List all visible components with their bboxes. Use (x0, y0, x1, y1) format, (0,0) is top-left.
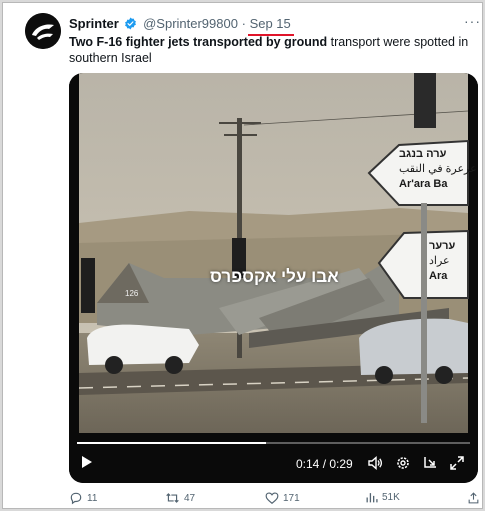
tweet-actions: 11 47 171 51K (65, 491, 485, 511)
like-button[interactable]: 171 (265, 491, 300, 505)
sign-top-hebrew: ערה בנגב (399, 148, 447, 160)
sign-bottom-hebrew: ערער (429, 240, 456, 252)
author-handle[interactable]: @Sprinter99800 (143, 16, 238, 31)
settings-gear-icon[interactable] (395, 455, 411, 476)
share-icon (468, 492, 479, 504)
heart-icon (265, 492, 279, 504)
reply-icon (70, 492, 82, 505)
video-player[interactable]: אבו עלי אקספרס ערה בנגב عرعرة في النقب A… (69, 73, 478, 483)
verified-badge-icon (124, 17, 137, 33)
sign-top-arabic: عرعرة في النقب (399, 163, 477, 175)
road-sign-top: ערה בנגב عرعرة في النقب Ar'ara Ba (399, 147, 478, 192)
sign-bottom-latin: Ara (429, 270, 448, 282)
jet-tail-number: 126 (125, 289, 139, 298)
share-button[interactable] (467, 491, 480, 505)
video-progress-bar[interactable] (77, 442, 470, 444)
road-sign-bottom: ערער عراد Ara (429, 239, 478, 284)
video-progress-fill (77, 442, 266, 444)
tweet-text-bold: Two F-16 fighter jets transported by gro… (69, 35, 328, 49)
avatar-logo-icon (25, 13, 61, 49)
video-time: 0:14 / 0:29 (296, 457, 353, 471)
views-count: 51K (382, 492, 400, 503)
avatar[interactable] (25, 13, 61, 49)
tweet-date[interactable]: Sep 15 (250, 16, 291, 31)
reply-button[interactable]: 11 (69, 491, 97, 505)
volume-icon[interactable] (367, 455, 383, 476)
like-count: 171 (283, 492, 300, 504)
tweet-text: Two F-16 fighter jets transported by gro… (69, 34, 474, 66)
views-chart-icon (366, 493, 378, 503)
repost-icon (166, 493, 179, 503)
video-controls: 0:14 / 0:29 (69, 451, 478, 477)
views-button[interactable]: 51K (365, 491, 400, 504)
fullscreen-icon[interactable] (449, 455, 465, 476)
tweet-card: Sprinter @Sprinter99800 · Sep 15 ··· Two… (2, 2, 483, 509)
author-name[interactable]: Sprinter (69, 16, 119, 31)
video-caption-overlay: אבו עלי אקספרס (210, 267, 339, 286)
tweet-header: Sprinter @Sprinter99800 · Sep 15 (69, 16, 291, 33)
reply-count: 11 (87, 492, 98, 504)
repost-count: 47 (184, 492, 196, 504)
sign-bottom-arabic: عراد (429, 255, 450, 267)
separator-dot: · (241, 16, 246, 31)
more-options-icon[interactable]: ··· (464, 13, 481, 29)
repost-button[interactable]: 47 (165, 491, 195, 505)
play-icon[interactable] (81, 455, 93, 474)
sign-top-latin: Ar'ara Ba (399, 178, 448, 190)
picture-in-picture-icon[interactable] (422, 455, 438, 476)
